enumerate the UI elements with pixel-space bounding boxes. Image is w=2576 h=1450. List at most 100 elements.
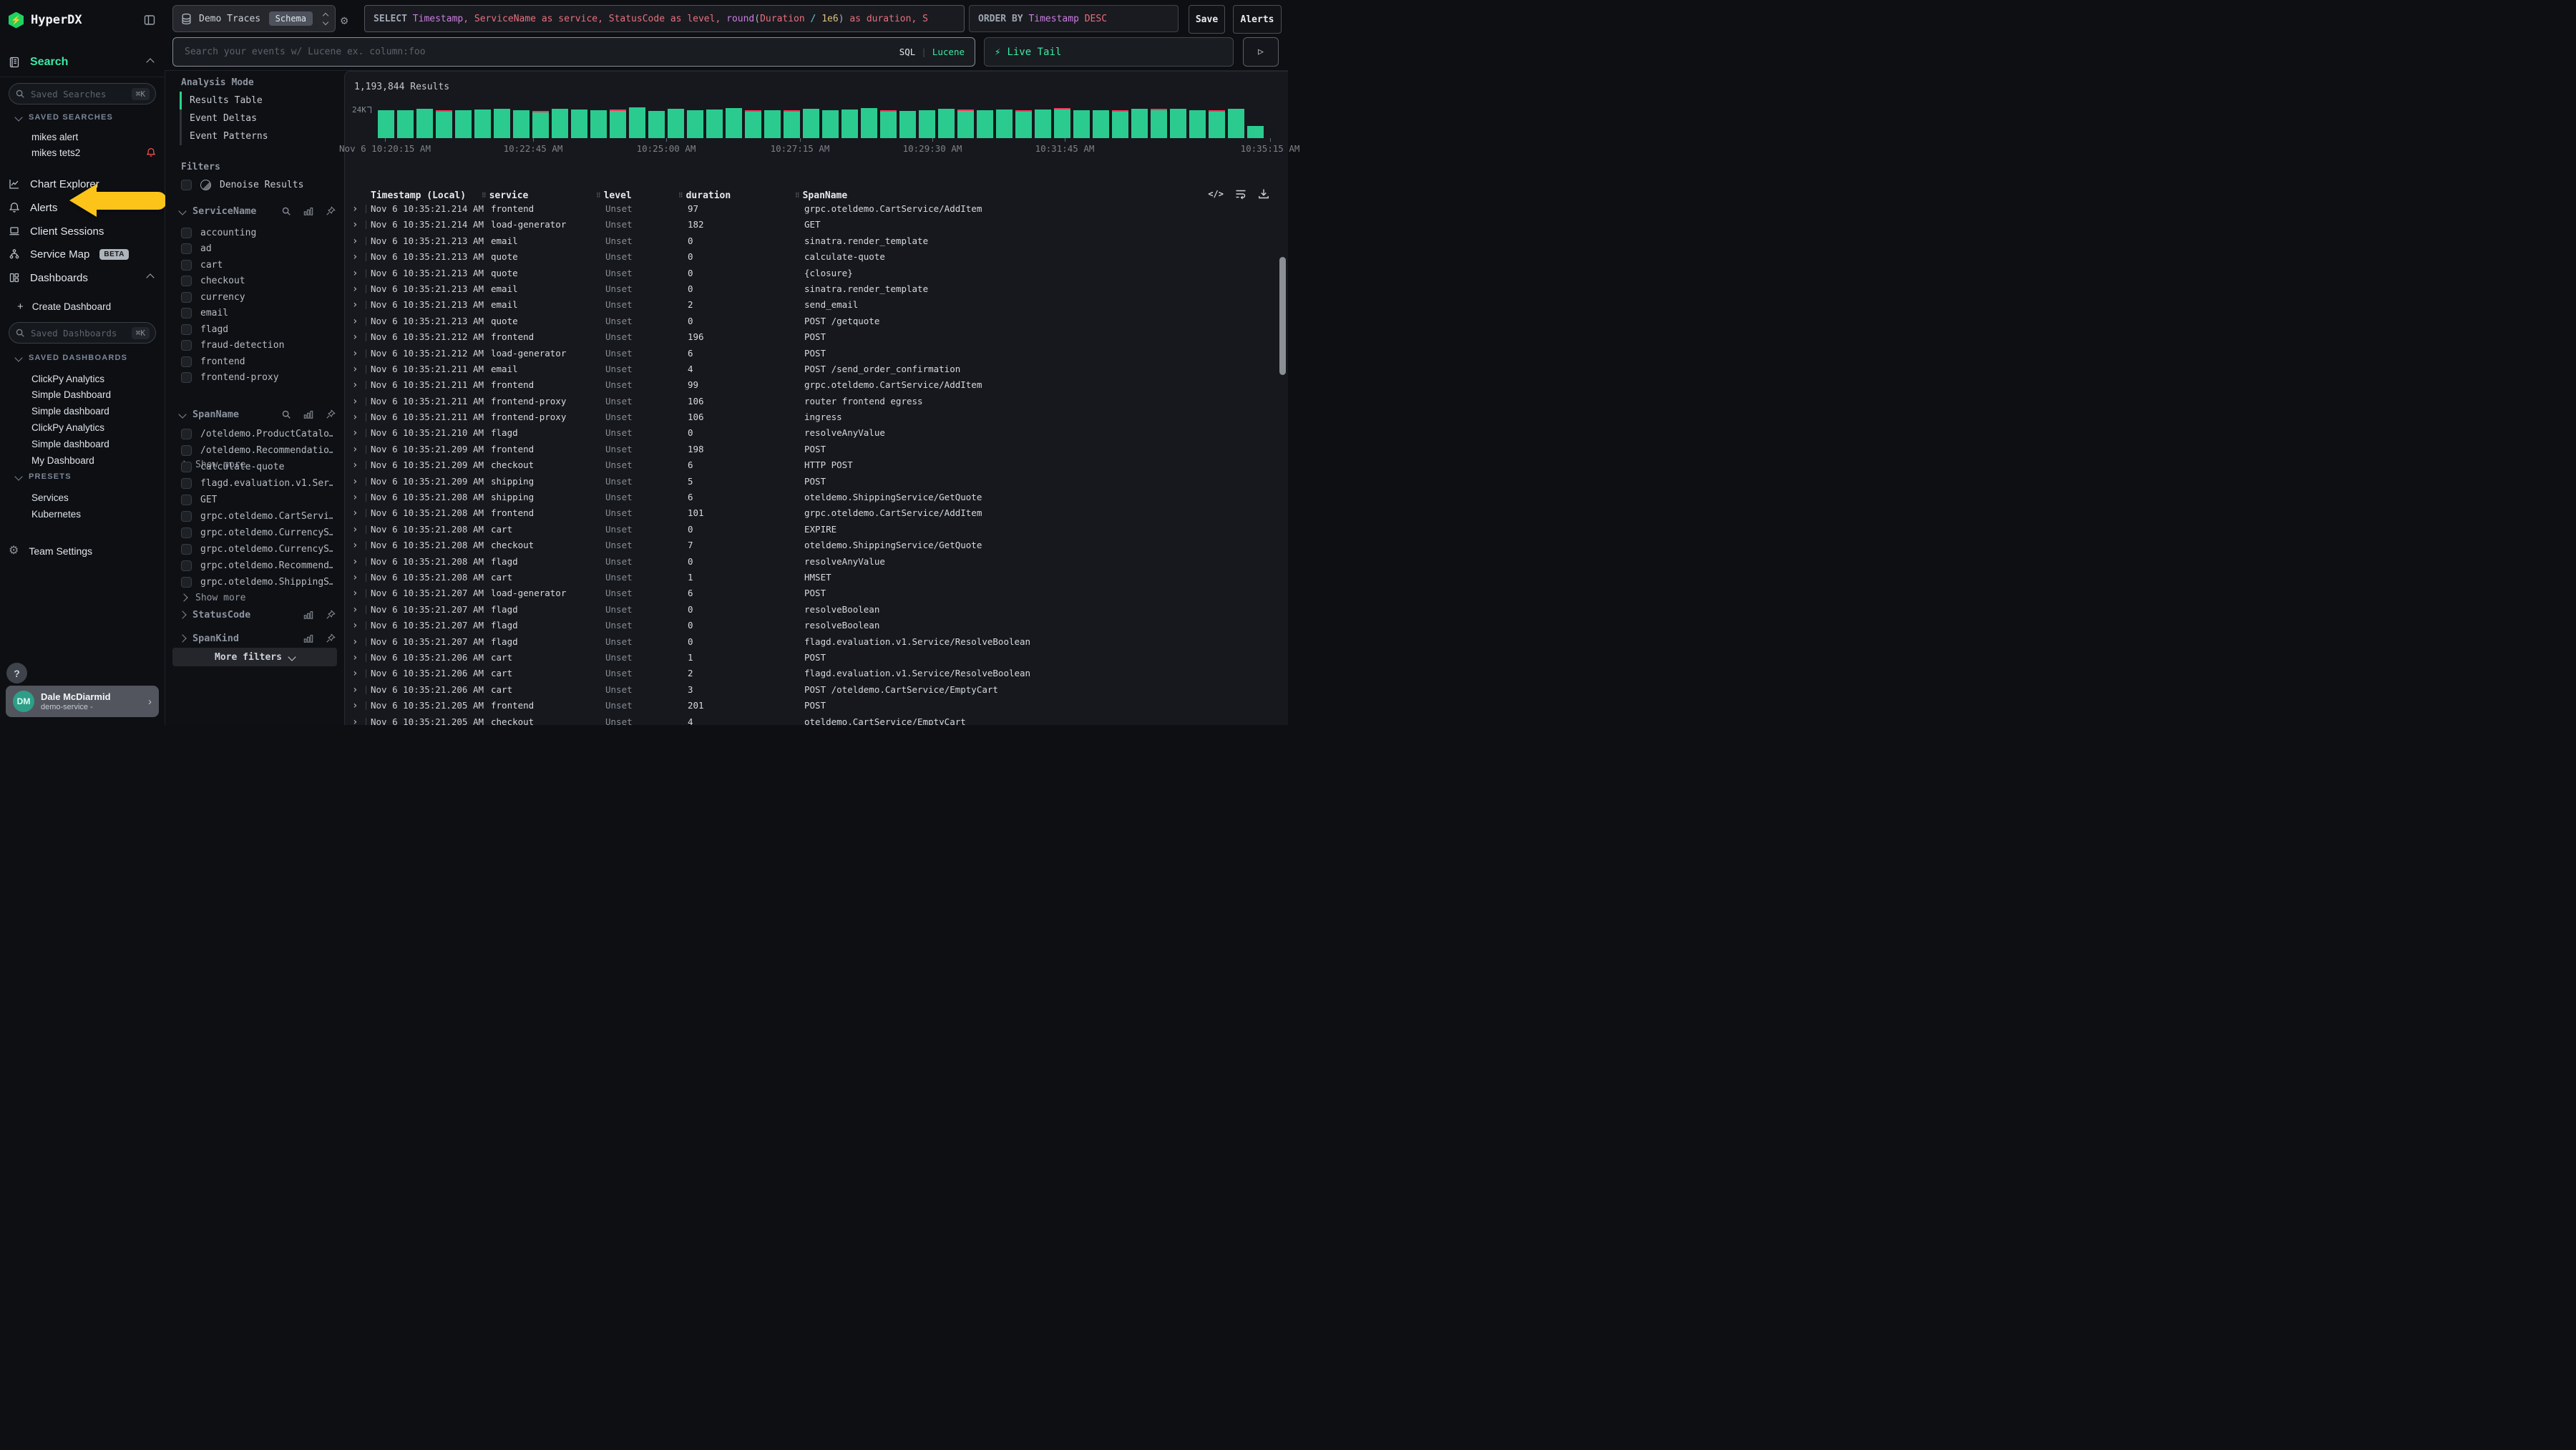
expand-row-chevron-icon[interactable]: › <box>352 602 358 618</box>
more-filters-button[interactable]: More filters <box>172 648 337 666</box>
save-button[interactable]: Save <box>1189 5 1225 34</box>
chart-icon[interactable] <box>303 633 313 643</box>
filter-group-spanname[interactable]: SpanName <box>180 407 336 422</box>
histogram-bar[interactable] <box>416 109 433 138</box>
checkbox[interactable] <box>181 324 192 335</box>
mode-lucene[interactable]: Lucene <box>932 47 965 57</box>
saved-dashboards-field[interactable] <box>29 327 118 339</box>
expand-row-chevron-icon[interactable]: › <box>352 522 358 537</box>
alerts-button[interactable]: Alerts <box>1233 5 1282 34</box>
histogram-bar[interactable] <box>532 111 549 138</box>
query-language-toggle[interactable]: SQL | Lucene <box>899 47 965 57</box>
schema-badge[interactable]: Schema <box>269 11 313 26</box>
table-row[interactable]: ›Nov 6 10:35:21.207 AMflagdUnset0flagd.e… <box>345 634 1281 650</box>
saved-dashboard-item[interactable]: ClickPy Analytics <box>31 419 156 435</box>
expand-row-chevron-icon[interactable]: › <box>352 201 358 217</box>
filter-group-spankind[interactable]: SpanKind <box>180 631 336 646</box>
checkbox[interactable] <box>181 228 192 238</box>
saved-dashboard-item[interactable]: Simple dashboard <box>31 436 156 452</box>
table-row[interactable]: ›Nov 6 10:35:21.211 AMemailUnset4POST /s… <box>345 361 1281 377</box>
service-filter-item[interactable]: currency <box>181 290 245 304</box>
table-row[interactable]: ›Nov 6 10:35:21.213 AMemailUnset0sinatra… <box>345 233 1281 249</box>
checkbox[interactable] <box>181 478 192 489</box>
expand-row-chevron-icon[interactable]: › <box>352 377 358 393</box>
live-tail-button[interactable]: ⚡ Live Tail <box>984 37 1234 67</box>
pin-icon[interactable] <box>326 409 336 419</box>
table-row[interactable]: ›Nov 6 10:35:21.212 AMload-generatorUnse… <box>345 346 1281 361</box>
checkbox[interactable] <box>181 276 192 286</box>
service-filter-item[interactable]: email <box>181 306 228 321</box>
histogram-bar[interactable] <box>1247 126 1264 138</box>
tab-event-deltas[interactable]: Event Deltas <box>190 110 257 127</box>
table-row[interactable]: ›Nov 6 10:35:21.208 AMfrontendUnset101gr… <box>345 505 1281 521</box>
expand-row-chevron-icon[interactable]: › <box>352 394 358 409</box>
saved-dashboard-item[interactable]: Simple Dashboard <box>31 387 156 403</box>
histogram-bar[interactable] <box>784 110 800 138</box>
table-row[interactable]: ›Nov 6 10:35:21.208 AMflagdUnset0resolve… <box>345 554 1281 570</box>
service-filter-item[interactable]: checkout <box>181 274 245 288</box>
histogram-bar[interactable] <box>397 110 414 138</box>
table-row[interactable]: ›Nov 6 10:35:21.209 AMfrontendUnset198PO… <box>345 442 1281 457</box>
histogram-bar[interactable] <box>1189 110 1206 138</box>
histogram-bar[interactable] <box>668 109 684 138</box>
histogram-bar[interactable] <box>803 109 819 138</box>
span-filter-item[interactable]: grpc.oteldemo.Recommend… <box>181 558 333 573</box>
table-row[interactable]: ›Nov 6 10:35:21.214 AMload-generatorUnse… <box>345 217 1281 233</box>
search-input[interactable] <box>183 46 899 58</box>
expand-row-chevron-icon[interactable]: › <box>352 570 358 585</box>
span-filter-item[interactable]: GET <box>181 492 217 507</box>
pin-icon[interactable] <box>326 610 336 620</box>
pin-icon[interactable] <box>326 633 336 643</box>
checkbox[interactable] <box>181 544 192 555</box>
service-filter-item[interactable]: frontend-proxy <box>181 371 279 385</box>
service-filter-item[interactable]: flagd <box>181 322 228 336</box>
expand-row-chevron-icon[interactable]: › <box>352 361 358 377</box>
histogram-bar[interactable] <box>1015 110 1032 138</box>
histogram-bar[interactable] <box>687 110 703 138</box>
table-row[interactable]: ›Nov 6 10:35:21.207 AMflagdUnset0resolve… <box>345 602 1281 618</box>
histogram-bar[interactable] <box>378 110 394 138</box>
expand-row-chevron-icon[interactable]: › <box>352 666 358 681</box>
expand-row-chevron-icon[interactable]: › <box>352 682 358 698</box>
saved-searches-input[interactable]: ⌘K <box>9 83 156 104</box>
span-filter-item[interactable]: grpc.oteldemo.CurrencyS… <box>181 525 333 540</box>
expand-row-chevron-icon[interactable]: › <box>352 505 358 521</box>
collapse-sidebar-icon[interactable] <box>143 14 156 26</box>
table-row[interactable]: ›Nov 6 10:35:21.208 AMshippingUnset6otel… <box>345 490 1281 505</box>
create-dashboard-button[interactable]: + Create Dashboard <box>0 298 165 315</box>
events-histogram[interactable] <box>378 107 1281 138</box>
table-row[interactable]: ›Nov 6 10:35:21.208 AMcartUnset0EXPIRE <box>345 522 1281 537</box>
checkbox[interactable] <box>181 356 192 367</box>
checkbox[interactable] <box>181 429 192 439</box>
search-icon[interactable] <box>281 409 291 419</box>
expand-row-chevron-icon[interactable]: › <box>352 249 358 265</box>
sidebar-item-team-settings[interactable]: ⚙ Team Settings <box>0 541 165 561</box>
drag-handle-icon[interactable]: ⠿ <box>596 193 601 200</box>
chart-icon[interactable] <box>303 409 313 419</box>
checkbox[interactable] <box>181 292 192 303</box>
checkbox[interactable] <box>181 495 192 505</box>
histogram-bar[interactable] <box>996 110 1013 138</box>
table-row[interactable]: ›Nov 6 10:35:21.211 AMfrontend-proxyUnse… <box>345 409 1281 425</box>
saved-dashboards-input[interactable]: ⌘K <box>9 322 156 344</box>
table-row[interactable]: ›Nov 6 10:35:21.205 AMcheckoutUnset4otel… <box>345 714 1281 726</box>
histogram-bar[interactable] <box>1131 109 1148 138</box>
chevron-up-icon[interactable] <box>146 58 154 66</box>
histogram-bar[interactable] <box>919 110 935 138</box>
histogram-bar[interactable] <box>1054 108 1070 138</box>
histogram-bar[interactable] <box>1170 109 1186 138</box>
histogram-bar[interactable] <box>957 110 974 138</box>
span-filter-item[interactable]: flagd.evaluation.v1.Ser… <box>181 476 333 490</box>
sidebar-item-dashboards[interactable]: Dashboards <box>0 268 165 288</box>
denoise-results-toggle[interactable]: Denoise Results <box>181 177 303 192</box>
table-row[interactable]: ›Nov 6 10:35:21.207 AMflagdUnset0resolve… <box>345 618 1281 633</box>
histogram-bar[interactable] <box>1073 110 1090 138</box>
histogram-bar[interactable] <box>861 108 877 138</box>
table-row[interactable]: ›Nov 6 10:35:21.213 AMquoteUnset0calcula… <box>345 249 1281 265</box>
table-row[interactable]: ›Nov 6 10:35:21.214 AMfrontendUnset97grp… <box>345 201 1281 217</box>
saved-dashboard-item[interactable]: ClickPy Analytics <box>31 371 156 386</box>
table-row[interactable]: ›Nov 6 10:35:21.206 AMcartUnset3POST /ot… <box>345 682 1281 698</box>
histogram-bar[interactable] <box>1035 110 1051 138</box>
table-row[interactable]: ›Nov 6 10:35:21.212 AMfrontendUnset196PO… <box>345 329 1281 345</box>
run-query-button[interactable]: ▷ <box>1243 37 1279 67</box>
